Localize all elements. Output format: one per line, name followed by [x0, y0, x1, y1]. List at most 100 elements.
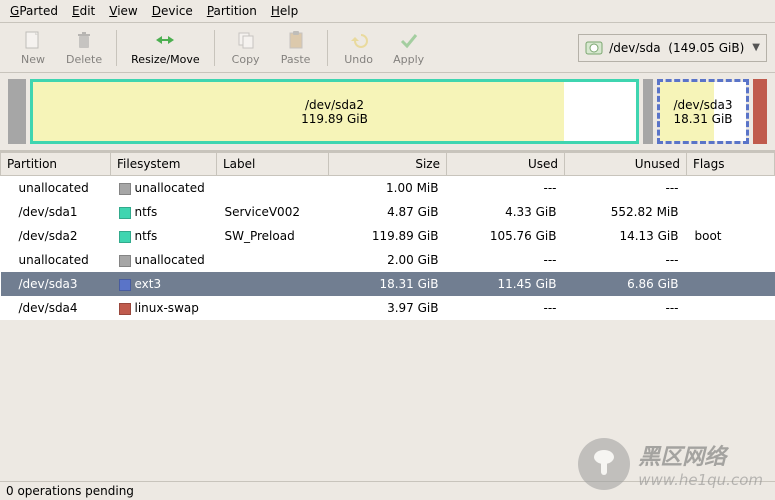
cell-used: --- — [447, 176, 565, 201]
menu-help[interactable]: Help — [271, 4, 298, 18]
fs-swatch — [119, 183, 131, 195]
cell-used: --- — [447, 248, 565, 272]
cell-size: 1.00 MiB — [329, 176, 447, 201]
apply-icon — [398, 29, 420, 51]
cell-flags — [687, 248, 775, 272]
resize-icon — [154, 29, 176, 51]
cell-size: 4.87 GiB — [329, 200, 447, 224]
table-row[interactable]: unallocatedunallocated1.00 MiB------ — [1, 176, 775, 201]
cell-flags — [687, 272, 775, 296]
map-sda2[interactable]: /dev/sda2 119.89 GiB — [30, 79, 639, 144]
cell-filesystem: ntfs — [111, 200, 217, 224]
map-sda3[interactable]: /dev/sda3 18.31 GiB — [657, 79, 749, 144]
partition-table: Partition Filesystem Label Size Used Unu… — [0, 151, 775, 320]
fs-swatch — [119, 303, 131, 315]
partition-map: /dev/sda2 119.89 GiB /dev/sda3 18.31 GiB — [0, 73, 775, 151]
cell-partition: /dev/sda1 — [1, 200, 111, 224]
cell-unused: 552.82 MiB — [565, 200, 687, 224]
new-button[interactable]: New — [8, 27, 58, 68]
cell-label — [217, 176, 329, 201]
col-used[interactable]: Used — [447, 153, 565, 176]
map-sda2-size: 119.89 GiB — [301, 112, 368, 126]
cell-partition: unallocated — [1, 248, 111, 272]
table-row[interactable]: /dev/sda2ntfsSW_Preload119.89 GiB105.76 … — [1, 224, 775, 248]
menu-bar: GParted Edit View Device Partition Help — [0, 0, 775, 23]
cell-filesystem: unallocated — [111, 248, 217, 272]
chevron-down-icon: ▼ — [752, 42, 760, 53]
cell-filesystem: ext3 — [111, 272, 217, 296]
cell-filesystem: ntfs — [111, 224, 217, 248]
col-partition[interactable]: Partition — [1, 153, 111, 176]
cell-label — [217, 248, 329, 272]
table-header-row: Partition Filesystem Label Size Used Unu… — [1, 153, 775, 176]
cell-partition: /dev/sda3 — [1, 272, 111, 296]
device-size: (149.05 GiB) — [668, 41, 744, 55]
cell-filesystem: linux-swap — [111, 296, 217, 320]
cell-size: 2.00 GiB — [329, 248, 447, 272]
cell-size: 119.89 GiB — [329, 224, 447, 248]
menu-device[interactable]: Device — [152, 4, 193, 18]
cell-label: ServiceV002 — [217, 200, 329, 224]
paste-icon — [285, 29, 307, 51]
resize-button[interactable]: Resize/Move — [123, 27, 207, 68]
cell-label: SW_Preload — [217, 224, 329, 248]
col-label[interactable]: Label — [217, 153, 329, 176]
cell-flags — [687, 200, 775, 224]
map-sda3-label: /dev/sda3 — [673, 98, 732, 112]
cell-used: 4.33 GiB — [447, 200, 565, 224]
paste-button[interactable]: Paste — [271, 27, 321, 68]
col-filesystem[interactable]: Filesystem — [111, 153, 217, 176]
cell-size: 3.97 GiB — [329, 296, 447, 320]
delete-button[interactable]: Delete — [58, 27, 110, 68]
separator — [214, 30, 215, 66]
copy-button[interactable]: Copy — [221, 27, 271, 68]
table-row[interactable]: unallocatedunallocated2.00 GiB------ — [1, 248, 775, 272]
cell-used: 105.76 GiB — [447, 224, 565, 248]
status-text: 0 operations pending — [6, 484, 134, 498]
cell-used: 11.45 GiB — [447, 272, 565, 296]
col-size[interactable]: Size — [329, 153, 447, 176]
menu-gparted[interactable]: GParted — [10, 4, 58, 18]
map-sda3-size: 18.31 GiB — [673, 112, 732, 126]
separator — [327, 30, 328, 66]
fs-swatch — [119, 279, 131, 291]
cell-label — [217, 296, 329, 320]
cell-partition: unallocated — [1, 176, 111, 201]
table-row[interactable]: /dev/sda3ext3 18.31 GiB11.45 GiB6.86 GiB — [1, 272, 775, 296]
delete-icon — [73, 29, 95, 51]
table-row[interactable]: /dev/sda1ntfsServiceV0024.87 GiB4.33 GiB… — [1, 200, 775, 224]
menu-edit[interactable]: Edit — [72, 4, 95, 18]
menu-partition[interactable]: Partition — [207, 4, 257, 18]
device-path: /dev/sda — [609, 41, 660, 55]
apply-button[interactable]: Apply — [384, 27, 434, 68]
device-selector[interactable]: /dev/sda (149.05 GiB) ▼ — [578, 34, 767, 62]
cell-unused: 6.86 GiB — [565, 272, 687, 296]
map-sda4[interactable] — [753, 79, 767, 144]
cell-flags — [687, 296, 775, 320]
cell-flags: boot — [687, 224, 775, 248]
col-unused[interactable]: Unused — [565, 153, 687, 176]
cell-size: 18.31 GiB — [329, 272, 447, 296]
fs-swatch — [119, 207, 131, 219]
cell-unused: --- — [565, 176, 687, 201]
separator — [116, 30, 117, 66]
cell-unused: 14.13 GiB — [565, 224, 687, 248]
cell-partition: /dev/sda4 — [1, 296, 111, 320]
watermark-text-cn: 黑区网络 — [638, 439, 763, 471]
fs-swatch — [119, 255, 131, 267]
menu-view[interactable]: View — [109, 4, 137, 18]
disk-icon — [585, 39, 603, 57]
undo-icon — [348, 29, 370, 51]
cell-used: --- — [447, 296, 565, 320]
status-bar: 0 operations pending — [0, 481, 775, 500]
col-flags[interactable]: Flags — [687, 153, 775, 176]
map-unallocated-mid[interactable] — [643, 79, 653, 144]
copy-icon — [235, 29, 257, 51]
cell-label — [217, 272, 329, 296]
map-unallocated-left[interactable] — [8, 79, 26, 144]
cell-partition: /dev/sda2 — [1, 224, 111, 248]
map-sda2-label: /dev/sda2 — [301, 98, 368, 112]
undo-button[interactable]: Undo — [334, 27, 384, 68]
cell-flags — [687, 176, 775, 201]
table-row[interactable]: /dev/sda4linux-swap3.97 GiB------ — [1, 296, 775, 320]
